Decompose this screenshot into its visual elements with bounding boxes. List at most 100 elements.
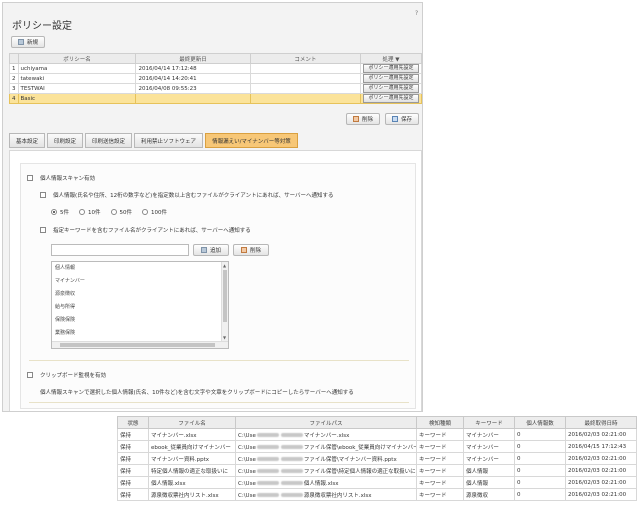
scroll-up-icon[interactable]: ▲ (223, 263, 226, 268)
redacted-path-segment (280, 445, 303, 449)
policy-row-name[interactable]: tatewaki (17, 73, 137, 84)
log-filepath: C:\Use ファイル保管\ebook_従業員向けマイナンバー (235, 440, 417, 453)
policy-row-name[interactable]: Basic (17, 93, 137, 104)
apply-target-button[interactable]: ポリシー適用先設定 (363, 74, 419, 83)
policy-row-action-cell: ポリシー適用先設定 (360, 63, 422, 74)
keyword-listbox[interactable]: 個人情報 マイナンバー 源泉徴収 給与所得 保険保険 業務保険 ▲ ▼ (51, 261, 229, 349)
notify-personal-checkbox[interactable] (40, 192, 46, 198)
add-keyword-button[interactable]: 追加 (193, 244, 229, 256)
clipboard-enable-checkbox[interactable] (27, 372, 33, 378)
delete-icon (352, 116, 359, 122)
log-row[interactable]: 保持 マイナンバー.xlsx C:\Use マイナンバー.xlsx キーワード マイナンバ… (117, 428, 637, 441)
col-status[interactable]: 状態 (117, 416, 149, 429)
radio-100-button[interactable] (142, 209, 148, 215)
radio-50[interactable]: 50件 (110, 208, 132, 216)
col-updated[interactable]: 最終更新日 (135, 53, 251, 64)
radio-100[interactable]: 100件 (142, 208, 167, 216)
log-date: 2016/04/15 17:12:43 (565, 440, 637, 453)
tab-print-send[interactable]: 印刷送信設定 (85, 133, 133, 148)
keyword-item[interactable]: 給与所得 (52, 301, 228, 314)
notify-keyword-checkbox[interactable] (40, 227, 46, 233)
delete-button[interactable]: 削除 (346, 113, 380, 125)
policy-row[interactable]: 3 TESTWAI 2016/04/08 09:55:23 ポリシー適用先設定 (9, 83, 422, 94)
keyword-input[interactable] (51, 244, 189, 256)
radio-100-label: 100件 (151, 210, 167, 216)
radio-5[interactable]: 5件 (51, 208, 69, 216)
col-action[interactable]: 処理 ▼ (360, 53, 422, 64)
policy-row-comment (249, 83, 362, 94)
scan-enable-checkbox[interactable] (27, 175, 33, 181)
radio-10-button[interactable] (79, 209, 85, 215)
col-keyword[interactable]: キーワード (463, 416, 515, 429)
col-pi-count[interactable]: 個人情報数 (514, 416, 566, 429)
tab-content: 個人情報スキャン有効 個人情報(氏名や住所、12桁の数字など)を指定数以上含むフ… (9, 150, 422, 411)
policy-row-action-cell: ポリシー適用先設定 (360, 73, 422, 84)
col-policy-name[interactable]: ポリシー名 (17, 53, 137, 64)
policy-row-name[interactable]: TESTWAI (17, 83, 137, 94)
save-icon (391, 116, 398, 122)
keyword-item[interactable]: マイナンバー (52, 275, 228, 288)
settings-tabs: 基本設定 印刷設定 印刷送信設定 利用禁止ソフトウェア 情報漏えい/マイナンバー… (9, 133, 298, 149)
scroll-down-icon[interactable]: ▼ (223, 335, 226, 340)
vertical-scrollbar[interactable]: ▲ ▼ (221, 262, 228, 348)
radio-10-label: 10件 (88, 210, 101, 216)
save-button[interactable]: 保存 (385, 113, 419, 125)
remove-keyword-label: 削除 (249, 248, 261, 254)
log-status: 保持 (117, 440, 149, 453)
log-keyword: 個人情報 (463, 464, 515, 477)
col-last-acquired[interactable]: 最終取得日時 (565, 416, 637, 429)
log-pi-count: 0 (514, 440, 566, 453)
col-filename[interactable]: ファイル名 (148, 416, 236, 429)
log-row[interactable]: 保持 源泉徴収票社内リスト.xlsx C:\Use 源泉徴収票社内リスト.xlsx キー… (117, 488, 637, 501)
keyword-item[interactable]: 個人情報 (52, 262, 228, 275)
log-status: 保持 (117, 452, 149, 465)
policy-row-comment (249, 93, 362, 104)
policy-row[interactable]: 1 uchiyama 2016/04/14 17:12:48 ポリシー適用先設定 (9, 63, 422, 74)
keyword-item[interactable]: 保険保険 (52, 314, 228, 327)
redacted-path-segment (256, 469, 279, 473)
log-row[interactable]: 保持 ebook_従業員向けマイナンバー C:\Use ファイル保管\ebook_従業… (117, 440, 637, 453)
new-button[interactable]: 新規 (11, 36, 45, 48)
log-row[interactable]: 保持 個人情報.xlsx C:\Use 個人情報.xlsx キーワード 個人情報 0 2016… (117, 476, 637, 489)
tab-basic[interactable]: 基本設定 (9, 133, 46, 148)
log-filepath-prefix: C:\Use (238, 456, 256, 463)
apply-target-button[interactable]: ポリシー適用先設定 (363, 64, 419, 73)
clipboard-enable-row[interactable]: クリップボード監視を有効 (27, 371, 106, 379)
tab-print[interactable]: 印刷設定 (47, 133, 84, 148)
radio-10[interactable]: 10件 (79, 208, 101, 216)
log-row[interactable]: 保持 特定個人情報の適正な取扱いに C:\Use ファイル保管\特定個人情報の適正な取… (117, 464, 637, 477)
scan-enable-row[interactable]: 個人情報スキャン有効 (27, 174, 95, 182)
policy-settings-panel: ? ポリシー設定 新規 ポリシー名 最終更新日 コメント 処理 ▼ 1 uchiy… (2, 2, 423, 412)
remove-keyword-button[interactable]: 削除 (233, 244, 269, 256)
scroll-thumb[interactable] (223, 270, 227, 322)
notify-personal-row[interactable]: 個人情報(氏名や住所、12桁の数字など)を指定数以上含むファイルがクライアントに… (40, 191, 334, 199)
log-row[interactable]: 保持 マイナンバー資料.pptx C:\Use ファイル保管\マイナンバー資料.ppt… (117, 452, 637, 465)
log-date: 2016/02/03 02:21:00 (565, 452, 637, 465)
horizontal-scrollbar[interactable] (52, 341, 228, 348)
log-pi-count: 0 (514, 428, 566, 441)
h-scroll-thumb[interactable] (60, 343, 215, 347)
log-keyword: 源泉徴収 (463, 488, 515, 501)
keyword-item[interactable]: 業務保険 (52, 327, 228, 340)
redacted-path-segment (256, 457, 279, 461)
col-comment[interactable]: コメント (249, 53, 362, 64)
policy-row[interactable]: 2 tatewaki 2016/04/14 14:20:41 ポリシー適用先設定 (9, 73, 422, 84)
redacted-path-segment (256, 493, 279, 497)
radio-5-button[interactable] (51, 209, 57, 215)
col-filepath[interactable]: ファイルパス (235, 416, 417, 429)
policy-row-name[interactable]: uchiyama (17, 63, 137, 74)
apply-target-button[interactable]: ポリシー適用先設定 (363, 84, 419, 93)
keyword-item[interactable]: 源泉徴収 (52, 288, 228, 301)
detection-log-table: 状態 ファイル名 ファイルパス 検知種類 キーワード 個人情報数 最終取得日時 … (117, 416, 637, 501)
tab-prohibited-software[interactable]: 利用禁止ソフトウェア (134, 133, 204, 148)
policy-row[interactable]: 4 Basic ポリシー適用先設定 (9, 93, 422, 104)
radio-50-button[interactable] (110, 209, 117, 215)
add-icon (200, 247, 207, 253)
help-icon[interactable]: ? (415, 10, 418, 17)
tab-leak-prevention[interactable]: 情報漏えい/マイナンバー等対策 (205, 133, 298, 148)
col-detect-type[interactable]: 検知種類 (416, 416, 464, 429)
notify-keyword-row[interactable]: 指定キーワードを含むファイル名がクライアントにあれば、サーバーへ通知する (40, 226, 251, 234)
log-date: 2016/02/03 02:21:00 (565, 464, 637, 477)
policy-row-index: 2 (9, 73, 19, 84)
apply-target-button[interactable]: ポリシー適用先設定 (363, 94, 419, 103)
